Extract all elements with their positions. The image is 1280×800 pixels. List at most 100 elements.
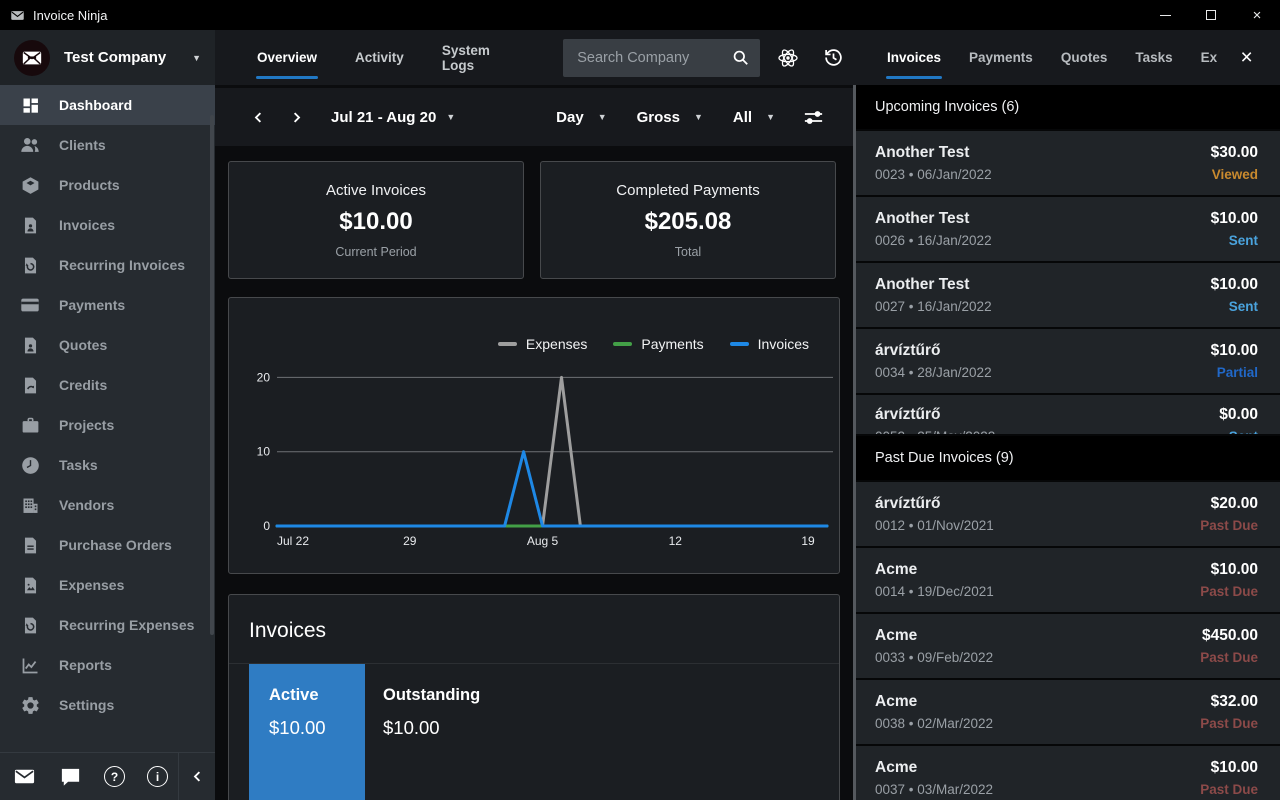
legend-payments: Payments [613, 336, 703, 352]
status-badge: Viewed [1211, 167, 1258, 182]
quotes-icon [19, 334, 41, 356]
right-panel-scrollbar[interactable] [853, 85, 856, 800]
overview-chart-card: Expenses Payments Invoices 01020Jul 2229… [228, 297, 840, 574]
company-selector[interactable]: Test Company ▼ [0, 30, 215, 85]
invoice-lists: Upcoming Invoices (6) Another Test0023 •… [853, 85, 1280, 800]
basis-dropdown[interactable]: Gross▼ [637, 109, 703, 126]
panel-tab-invoices[interactable]: Invoices [873, 30, 955, 85]
sidebar-item-recurring-invoices[interactable]: Recurring Invoices [0, 245, 215, 285]
recurring-invoices-icon [19, 254, 41, 276]
invoice-list-item[interactable]: Another Test0027 • 16/Jan/2022 $10.00Sen… [853, 263, 1280, 327]
panel-tab-tasks[interactable]: Tasks [1121, 30, 1186, 85]
sidebar-item-clients[interactable]: Clients [0, 125, 215, 165]
projects-icon [19, 414, 41, 436]
dashboard-icon [19, 94, 41, 116]
status-badge: Sent [1211, 299, 1258, 314]
next-period-button[interactable] [277, 98, 315, 136]
chevron-down-icon: ▼ [694, 112, 703, 122]
company-search[interactable] [563, 39, 760, 77]
reports-icon [19, 654, 41, 676]
history-icon[interactable] [815, 38, 853, 78]
contact-mail-icon[interactable] [12, 765, 36, 789]
info-icon[interactable]: i [147, 766, 168, 787]
sidebar-item-label: Vendors [59, 497, 114, 513]
sidebar-item-label: Products [59, 177, 120, 193]
invoice-list-item[interactable]: Acme0037 • 03/Mar/2022 $10.00Past Due [853, 746, 1280, 800]
chevron-down-icon: ▼ [598, 112, 607, 122]
vendors-icon [19, 494, 41, 516]
sidebar-item-credits[interactable]: Credits [0, 365, 215, 405]
chevron-down-icon: ▼ [766, 112, 775, 122]
chevron-down-icon[interactable]: ▼ [446, 112, 455, 122]
search-input[interactable] [577, 50, 723, 66]
dashboard-settings-icon[interactable] [793, 97, 833, 137]
sidebar-item-expenses[interactable]: Expenses [0, 565, 215, 605]
sidebar-item-label: Quotes [59, 337, 107, 353]
minimize-button[interactable] [1142, 0, 1188, 30]
invoice-list-item[interactable]: Acme0033 • 09/Feb/2022 $450.00Past Due [853, 614, 1280, 678]
currency-dropdown[interactable]: All▼ [733, 109, 775, 126]
chevron-down-icon: ▼ [192, 53, 201, 63]
health-check-icon[interactable] [768, 38, 806, 78]
sidebar-item-dashboard[interactable]: Dashboard [0, 85, 215, 125]
sidebar-scrollbar[interactable] [210, 115, 214, 635]
dashboard-chart[interactable]: 01020Jul 2229Aug 51219 [245, 360, 835, 552]
tab-activity[interactable]: Activity [340, 30, 419, 85]
company-name: Test Company [64, 49, 178, 66]
invoice-list-item[interactable]: Acme0014 • 19/Dec/2021 $10.00Past Due [853, 548, 1280, 612]
date-range-label[interactable]: Jul 21 - Aug 20 [331, 109, 436, 126]
payments-icon [19, 294, 41, 316]
invoices-outstanding-tile[interactable]: Outstanding $10.00 [365, 664, 500, 800]
search-icon[interactable] [731, 48, 750, 67]
sidebar-item-products[interactable]: Products [0, 165, 215, 205]
svg-text:19: 19 [801, 534, 815, 548]
invoice-list-item[interactable]: árvíztűrő0052 • 25/May/2022 $0.00Sent [853, 395, 1280, 434]
invoice-list-item[interactable]: árvíztűrő0012 • 01/Nov/2021 $20.00Past D… [853, 482, 1280, 546]
sidebar-item-label: Recurring Expenses [59, 617, 194, 633]
sidebar-item-reports[interactable]: Reports [0, 645, 215, 685]
card-subtitle: Current Period [335, 245, 416, 259]
sidebar-item-settings[interactable]: Settings [0, 685, 215, 725]
svg-text:0: 0 [263, 519, 270, 533]
panel-tab-payments[interactable]: Payments [955, 30, 1047, 85]
sidebar-item-label: Purchase Orders [59, 537, 172, 553]
sidebar-item-label: Recurring Invoices [59, 257, 185, 273]
svg-text:Aug 5: Aug 5 [527, 534, 559, 548]
card-title: Active Invoices [326, 182, 426, 199]
prev-period-button[interactable] [239, 98, 277, 136]
sidebar-item-label: Payments [59, 297, 125, 313]
sidebar-footer: ? i [0, 752, 215, 800]
past-due-invoices-header: Past Due Invoices (9) [853, 436, 1280, 480]
panel-tab-quotes[interactable]: Quotes [1047, 30, 1122, 85]
sidebar-item-quotes[interactable]: Quotes [0, 325, 215, 365]
sidebar-item-invoices[interactable]: Invoices [0, 205, 215, 245]
status-badge: Past Due [1200, 584, 1258, 599]
settings-icon [19, 694, 41, 716]
sidebar-item-projects[interactable]: Projects [0, 405, 215, 445]
maximize-button[interactable] [1188, 0, 1234, 30]
sidebar-item-purchase-orders[interactable]: Purchase Orders [0, 525, 215, 565]
tab-system-logs[interactable]: System Logs [427, 30, 537, 85]
collapse-sidebar-button[interactable] [179, 753, 215, 800]
sidebar-item-recurring-expenses[interactable]: Recurring Expenses [0, 605, 215, 645]
legend-dash-icon [498, 342, 517, 346]
interval-dropdown[interactable]: Day▼ [556, 109, 606, 126]
close-panel-icon[interactable]: × [1227, 38, 1267, 78]
invoices-section: Invoices Active $10.00 Outstanding $10.0… [228, 594, 840, 800]
panel-tab-expenses[interactable]: Ex [1187, 30, 1225, 85]
date-bar: Jul 21 - Aug 20 ▼ Day▼ Gross▼ All▼ [215, 88, 853, 146]
invoice-list-item[interactable]: Another Test0026 • 16/Jan/2022 $10.00Sen… [853, 197, 1280, 261]
company-logo-icon [14, 40, 50, 76]
invoice-list-item[interactable]: Another Test0023 • 06/Jan/2022 $30.00Vie… [853, 131, 1280, 195]
invoice-list-item[interactable]: Acme0038 • 02/Mar/2022 $32.00Past Due [853, 680, 1280, 744]
sidebar-item-tasks[interactable]: Tasks [0, 445, 215, 485]
close-button[interactable]: × [1234, 0, 1280, 30]
card-value: $10.00 [339, 208, 412, 236]
chat-icon[interactable] [58, 765, 82, 789]
help-icon[interactable]: ? [104, 766, 125, 787]
invoices-active-tile[interactable]: Active $10.00 [249, 664, 365, 800]
sidebar-item-payments[interactable]: Payments [0, 285, 215, 325]
sidebar-item-vendors[interactable]: Vendors [0, 485, 215, 525]
tab-overview[interactable]: Overview [242, 30, 332, 85]
invoice-list-item[interactable]: árvíztűrő0034 • 28/Jan/2022 $10.00Partia… [853, 329, 1280, 393]
